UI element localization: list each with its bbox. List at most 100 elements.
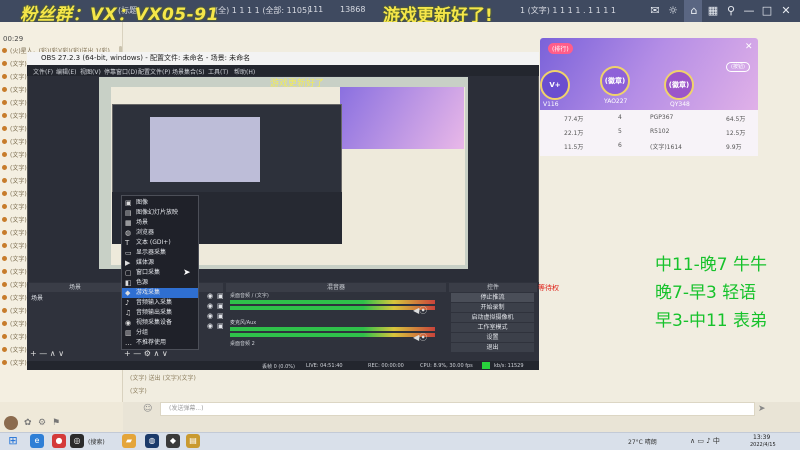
bell-icon[interactable]: ✉ <box>647 3 663 19</box>
menu-profile[interactable]: 配置文件(P) <box>138 67 170 76</box>
eye-icon[interactable]: ◉ <box>207 292 213 300</box>
app2-icon[interactable]: ▤ <box>186 434 200 448</box>
maximize-icon[interactable]: □ <box>759 3 775 19</box>
history-icon[interactable]: ☼ <box>665 3 681 19</box>
home-icon[interactable]: ⌂ <box>686 3 702 19</box>
send-icon[interactable]: ➤ <box>758 404 766 414</box>
add-source-icon[interactable]: + — ⚙ ∧ ∨ <box>124 349 168 358</box>
context-menu-item-color[interactable]: ◧ 色源 <box>122 278 198 288</box>
scene-list-item[interactable]: 场景 <box>29 293 121 302</box>
folder-icon[interactable]: ▰ <box>122 434 136 448</box>
status-dropped-frames: 丢帧 0 (0.0%) <box>262 364 295 370</box>
windows-start-icon[interactable]: ⊞ <box>6 434 20 448</box>
taskbar-search-text[interactable]: (搜索) <box>88 437 105 446</box>
menu-help[interactable]: 帮助(H) <box>234 67 255 76</box>
preview-watermark: 游戏更新好了 <box>270 79 325 89</box>
top-user-info: 1 (文字) 1 1 1 1 . 1 1 1 1 <box>520 6 617 15</box>
obs-title-bar[interactable]: OBS 27.2.3 (64-bit, windows) - 配置文件: 未命名… <box>27 52 539 65</box>
menu-tools[interactable]: 工具(T) <box>208 67 228 76</box>
context-menu-item-capture[interactable]: ▭ 显示器采集 <box>122 248 198 258</box>
volume-icon[interactable]: ◀⦿ <box>413 305 427 316</box>
context-menu-item-scene[interactable]: ▦ 场景 <box>122 218 198 228</box>
close-icon[interactable]: ✕ <box>745 42 753 52</box>
game-icon: ◆ <box>125 289 131 297</box>
rank-button[interactable]: (按钮) <box>726 62 750 72</box>
volume-icon[interactable]: ◀⦿ <box>413 332 427 343</box>
app-icon[interactable]: ● <box>52 434 66 448</box>
bottom-left-controls <box>0 402 123 432</box>
eye-icon[interactable]: ◉ <box>207 312 213 320</box>
flag-icon[interactable]: ⚑ <box>52 418 60 428</box>
context-menu-item-group[interactable]: ▥ 分组 <box>122 328 198 338</box>
minimize-icon[interactable]: — <box>741 3 757 19</box>
settings-icon[interactable]: ⚙ <box>38 418 46 428</box>
settings-button[interactable]: 设置 <box>451 333 534 342</box>
user-badge-icon <box>2 152 7 157</box>
edge-icon[interactable]: e <box>30 434 44 448</box>
context-menu-item-input[interactable]: ♪ 音频输入采集 <box>122 298 198 308</box>
capture-icon: ▭ <box>125 249 132 257</box>
mixer-track-label: 桌面音频 / (文字) <box>230 293 269 299</box>
lock-icon[interactable]: ▣ <box>217 302 224 310</box>
badge-3-label: (徽章) <box>668 81 690 89</box>
avatar[interactable] <box>4 416 18 430</box>
menu-file[interactable]: 文件(F) <box>33 67 53 76</box>
steam-icon[interactable]: ◍ <box>145 434 159 448</box>
eye-icon[interactable]: ◉ <box>207 322 213 330</box>
rank-tab[interactable]: (排行) <box>548 43 573 54</box>
status-indicator <box>482 362 490 369</box>
context-menu-item-game[interactable]: ◆ 游戏采集 <box>122 288 198 298</box>
lock-icon[interactable]: ▣ <box>217 312 224 320</box>
context-menu-item-browser[interactable]: ◍ 浏览器 <box>122 228 198 238</box>
user-badge-icon <box>2 295 7 300</box>
emoji-icon[interactable]: ☺ <box>143 404 152 414</box>
schedule-line-2: 晚7-早3 轻语 <box>655 283 757 303</box>
context-menu-item-output[interactable]: ♫ 音频输出采集 <box>122 308 198 318</box>
windows-taskbar <box>0 432 800 450</box>
menu-view[interactable]: 视图(V) <box>80 67 101 76</box>
clock-time[interactable]: 13:39 <box>753 434 770 441</box>
chat-row-text: (文字) <box>10 269 27 275</box>
context-menu-label: 音频输出采集 <box>136 309 173 316</box>
screen-root: (标题) (全) 1 1 1 1 (全部: 1105) 111 13868 1 … <box>0 0 800 450</box>
color-icon: ◧ <box>125 279 132 287</box>
context-menu-item-image[interactable]: ▣ 图像 <box>122 198 198 208</box>
grid-icon[interactable]: ▦ <box>705 3 721 19</box>
tray-icons[interactable]: ∧ ▭ ♪ 中 <box>690 436 720 446</box>
chat-input[interactable]: (发送弹幕...) <box>160 402 755 416</box>
menu-edit[interactable]: 编辑(E) <box>56 67 76 76</box>
stop-stream-button[interactable]: 停止推流 <box>451 293 534 302</box>
eye-icon[interactable]: ◉ <box>207 302 213 310</box>
search-icon[interactable]: ⚲ <box>723 3 739 19</box>
context-menu-item-slideshow[interactable]: ▤ 图像幻灯片放映 <box>122 208 198 218</box>
obs-icon[interactable]: ◎ <box>70 434 84 448</box>
clock-date[interactable]: 2022/4/15 <box>750 442 776 448</box>
context-menu-item-video[interactable]: ◉ 视频采集设备 <box>122 318 198 328</box>
lock-icon[interactable]: ▣ <box>217 292 224 300</box>
start-recording-button[interactable]: 开始录制 <box>451 303 534 312</box>
badge-3-name: QY348 <box>670 101 690 108</box>
menu-docks[interactable]: 停靠窗口(D) <box>104 67 137 76</box>
rank-rows: 77.4万 4 PGP367 64.5万 22.1万 5 R5102 12.5万… <box>540 110 758 156</box>
studio-mode-button[interactable]: 工作室模式 <box>451 323 534 332</box>
exit-button[interactable]: 退出 <box>451 343 534 352</box>
game-icon[interactable]: ◆ <box>166 434 180 448</box>
mixer-track-label: 麦克风/Aux <box>230 320 257 326</box>
rank-score: 12.5万 <box>726 130 746 137</box>
add-scene-icon[interactable]: + — ∧ ∨ <box>30 349 64 358</box>
context-menu-item-media[interactable]: ▶ 媒体源 <box>122 258 198 268</box>
user-badge-icon <box>2 204 7 209</box>
user-badge-icon <box>2 269 7 274</box>
mixer-meter <box>230 306 435 310</box>
lock-icon[interactable]: ▣ <box>217 322 224 330</box>
gift-icon[interactable]: ✿ <box>24 418 32 428</box>
user-badge-icon <box>2 347 7 352</box>
context-menu-item-deprecated[interactable]: … 不推荐使用 <box>122 338 198 348</box>
user-badge-icon <box>2 165 7 170</box>
menu-scene-collection[interactable]: 场景集合(S) <box>172 67 205 76</box>
chat-row-text: (文字) <box>10 126 27 132</box>
user-badge-icon <box>2 360 7 365</box>
virtual-camera-button[interactable]: 启动虚拟摄像机 <box>451 313 534 322</box>
context-menu-item-text[interactable]: T 文本 (GDI+) <box>122 238 198 248</box>
close-icon[interactable]: ✕ <box>778 3 794 19</box>
